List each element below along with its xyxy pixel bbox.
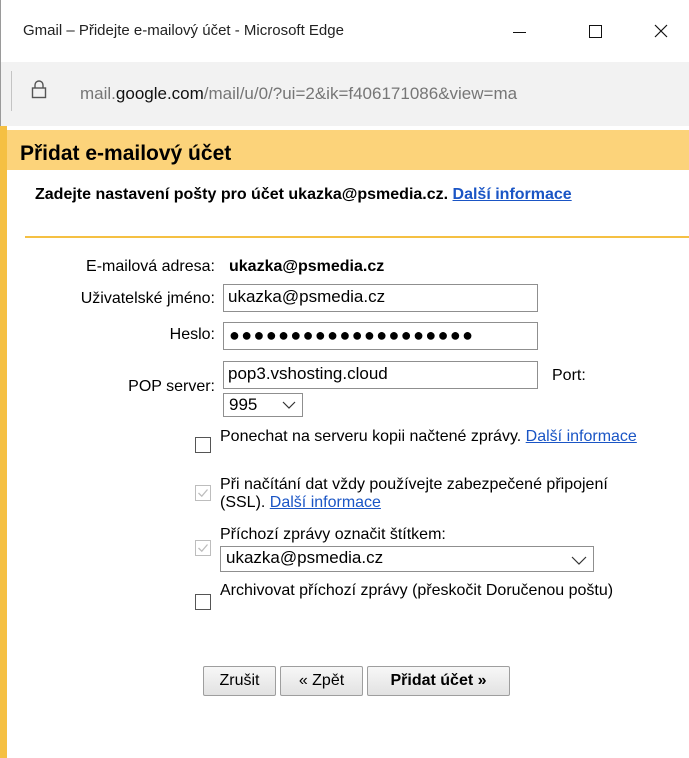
pop-server-input[interactable]: pop3.vshosting.cloud — [223, 361, 538, 389]
lock-icon — [31, 80, 47, 99]
ssl-option: Při načítání dat vždy používejte zabezpe… — [220, 476, 630, 512]
dialog-header: Přidat e-mailový účet — [7, 130, 689, 170]
archive-checkbox[interactable] — [195, 594, 211, 610]
password-label: Heslo: — [169, 326, 215, 343]
ssl-more-info-link[interactable]: Další informace — [270, 494, 381, 511]
keep-copy-checkbox[interactable] — [195, 437, 211, 453]
label-select-value: ukazka@psmedia.cz — [226, 548, 384, 567]
intro-more-info-link[interactable]: Další informace — [453, 186, 572, 203]
archive-label: Archivovat příchozí zprávy (přeskočit Do… — [220, 582, 614, 599]
header-divider — [25, 236, 689, 238]
email-value: ukazka@psmedia.cz — [229, 258, 385, 275]
chevron-down-icon — [282, 401, 296, 409]
window-title-bar: Gmail – Přidejte e-mailový účet - Micros… — [0, 0, 689, 62]
minimize-icon — [512, 31, 526, 33]
apply-label-text: Příchozí zprávy označit štítkem: — [220, 526, 446, 543]
add-account-button[interactable]: Přidat účet » — [367, 666, 510, 696]
close-button[interactable] — [639, 12, 683, 50]
url-text[interactable]: mail.google.com/mail/u/0/?ui=2&ik=f40617… — [80, 84, 517, 104]
window-title: Gmail – Přidejte e-mailový účet - Micros… — [23, 22, 344, 39]
dialog-title: Přidat e-mailový účet — [20, 142, 232, 165]
pop-server-label: POP server: — [128, 378, 215, 395]
maximize-button[interactable] — [573, 12, 617, 50]
port-label: Port: — [552, 367, 586, 384]
keep-copy-option: Ponechat na serveru kopii načtené zprávy… — [220, 428, 650, 446]
checkmark-icon — [198, 489, 208, 498]
address-bar[interactable]: mail.google.com/mail/u/0/?ui=2&ik=f40617… — [0, 62, 689, 126]
ssl-checkbox[interactable] — [195, 485, 211, 501]
minimize-button[interactable] — [497, 12, 541, 50]
username-label: Uživatelské jméno: — [80, 290, 215, 307]
port-value: 995 — [229, 395, 258, 414]
checkmark-icon — [198, 544, 208, 553]
intro-message: Zadejte nastavení pošty pro účet ukazka@… — [35, 186, 449, 203]
cancel-button[interactable]: Zrušit — [203, 666, 276, 696]
url-path: /mail/u/0/?ui=2&ik=f406171086&view=ma — [203, 84, 518, 103]
keep-copy-label: Ponechat na serveru kopii načtené zprávy… — [220, 428, 522, 445]
keep-copy-more-info-link[interactable]: Další informace — [526, 428, 637, 445]
chevron-down-icon — [571, 556, 587, 565]
add-account-dialog: Přidat e-mailový účet Zadejte nastavení … — [0, 126, 689, 758]
apply-label-checkbox[interactable] — [195, 540, 211, 556]
url-prefix: mail. — [80, 84, 116, 103]
port-select[interactable]: 995 — [223, 393, 303, 417]
password-input[interactable]: ●●●●●●●●●●●●●●●●●●●● — [223, 322, 538, 350]
username-input[interactable]: ukazka@psmedia.cz — [223, 284, 538, 312]
back-button[interactable]: « Zpět — [280, 666, 363, 696]
email-label: E-mailová adresa: — [86, 258, 215, 275]
close-icon — [654, 24, 668, 38]
label-select[interactable]: ukazka@psmedia.cz — [220, 546, 594, 572]
maximize-icon — [588, 24, 602, 38]
intro-text: Zadejte nastavení pošty pro účet ukazka@… — [35, 185, 645, 204]
url-host: google.com — [115, 84, 204, 103]
address-separator — [11, 71, 12, 111]
